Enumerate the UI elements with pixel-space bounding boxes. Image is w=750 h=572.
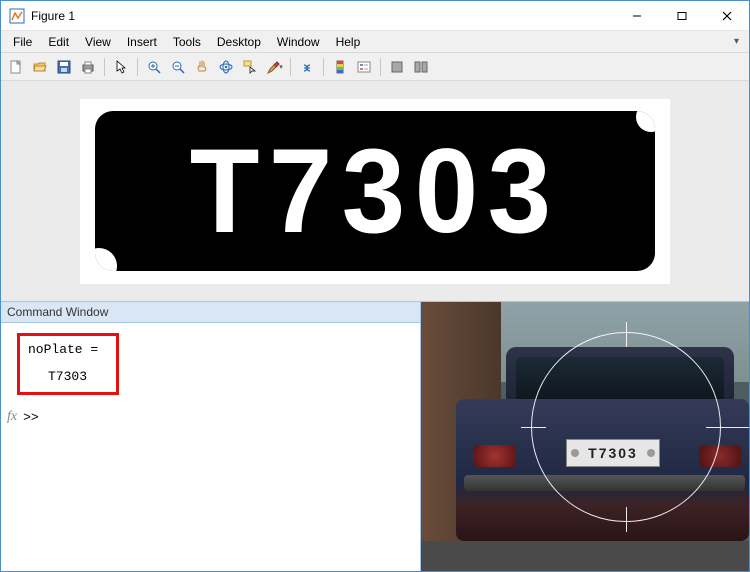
lower-panels: Command Window noPlate = T7303 fx >> bbox=[1, 301, 749, 571]
command-window-panel: Command Window noPlate = T7303 fx >> bbox=[1, 302, 421, 571]
print-button[interactable] bbox=[77, 56, 99, 78]
close-button[interactable] bbox=[704, 1, 749, 30]
menu-help[interactable]: Help bbox=[328, 33, 369, 51]
title-bar[interactable]: Figure 1 bbox=[1, 1, 749, 31]
new-figure-button[interactable] bbox=[5, 56, 27, 78]
menu-file[interactable]: File bbox=[5, 33, 40, 51]
zoom-in-button[interactable] bbox=[143, 56, 165, 78]
taillight-left bbox=[474, 445, 516, 467]
dock-controls-icon[interactable]: ▾ bbox=[728, 34, 745, 49]
menu-insert[interactable]: Insert bbox=[119, 33, 165, 51]
car-plate-text: T7303 bbox=[588, 445, 638, 461]
toolbar: ▾ bbox=[1, 53, 749, 81]
maximize-button[interactable] bbox=[659, 1, 704, 30]
show-plot-tools-button[interactable] bbox=[410, 56, 432, 78]
car-trunk bbox=[456, 399, 749, 541]
data-cursor-button[interactable] bbox=[239, 56, 261, 78]
output-value: T7303 bbox=[48, 369, 98, 384]
result-highlight-box: noPlate = T7303 bbox=[17, 333, 119, 395]
legend-button[interactable] bbox=[353, 56, 375, 78]
binary-plate-image: T7303 bbox=[80, 99, 670, 284]
colorbar-button[interactable] bbox=[329, 56, 351, 78]
plate-characters: T7303 bbox=[190, 131, 561, 251]
menu-edit[interactable]: Edit bbox=[40, 33, 77, 51]
menu-view[interactable]: View bbox=[77, 33, 119, 51]
open-button[interactable] bbox=[29, 56, 51, 78]
car-bumper bbox=[464, 475, 745, 491]
toolbar-separator bbox=[290, 58, 291, 76]
toolbar-separator bbox=[137, 58, 138, 76]
car-rear-window bbox=[516, 357, 724, 399]
prompt-chevrons: >> bbox=[23, 410, 39, 425]
figure-axes-area[interactable]: T7303 bbox=[1, 81, 749, 301]
minimize-button[interactable] bbox=[614, 1, 659, 30]
car-license-plate: T7303 bbox=[566, 439, 660, 467]
window-title: Figure 1 bbox=[31, 9, 614, 23]
command-window-body[interactable]: noPlate = T7303 fx >> bbox=[1, 323, 420, 571]
car-body-group: T7303 bbox=[456, 347, 749, 551]
car-image-panel[interactable]: T7303 bbox=[421, 302, 749, 571]
menu-desktop[interactable]: Desktop bbox=[209, 33, 269, 51]
zoom-out-button[interactable] bbox=[167, 56, 189, 78]
output-variable-line: noPlate = bbox=[28, 342, 98, 357]
plate-black-region: T7303 bbox=[95, 111, 655, 271]
app-icon bbox=[9, 8, 25, 24]
menu-tools[interactable]: Tools bbox=[165, 33, 209, 51]
link-plots-button[interactable] bbox=[296, 56, 318, 78]
taillight-right bbox=[699, 445, 741, 467]
menu-window[interactable]: Window bbox=[269, 33, 328, 51]
toolbar-separator bbox=[323, 58, 324, 76]
hide-plot-tools-button[interactable] bbox=[386, 56, 408, 78]
command-prompt-line[interactable]: fx >> bbox=[7, 409, 410, 425]
brush-button[interactable]: ▾ bbox=[263, 56, 285, 78]
figure-window: Figure 1 File Edit View Insert Tools Des… bbox=[0, 0, 750, 572]
fx-icon[interactable]: fx bbox=[7, 409, 17, 425]
toolbar-separator bbox=[380, 58, 381, 76]
command-window-title[interactable]: Command Window bbox=[1, 302, 420, 323]
rotate-3d-button[interactable] bbox=[215, 56, 237, 78]
pan-button[interactable] bbox=[191, 56, 213, 78]
window-buttons bbox=[614, 1, 749, 30]
save-button[interactable] bbox=[53, 56, 75, 78]
pointer-button[interactable] bbox=[110, 56, 132, 78]
menu-bar: File Edit View Insert Tools Desktop Wind… bbox=[1, 31, 749, 53]
toolbar-separator bbox=[104, 58, 105, 76]
